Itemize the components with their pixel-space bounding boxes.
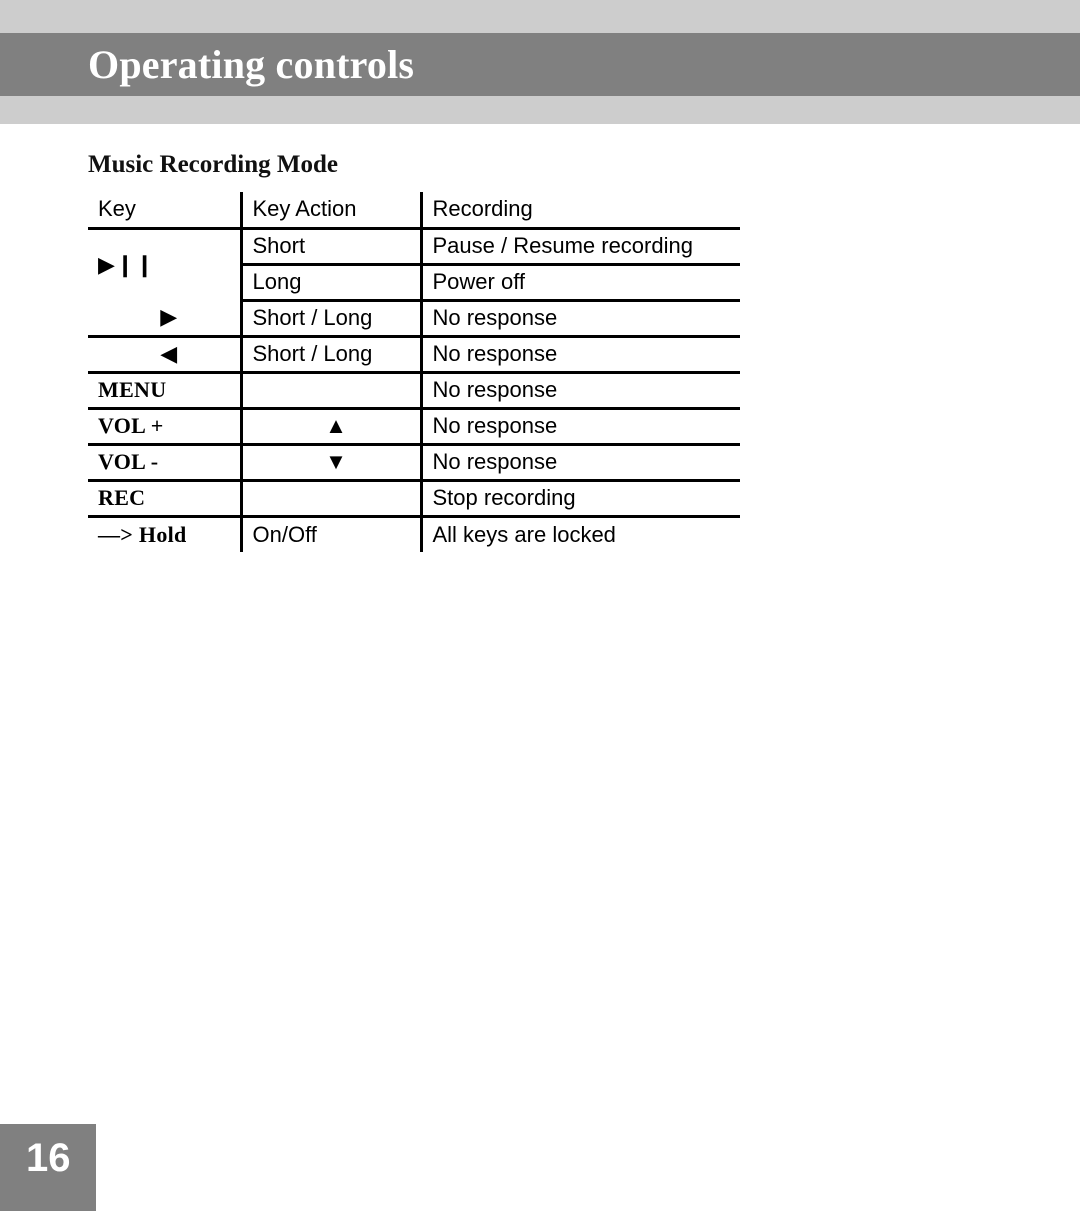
column-header-recording: Recording <box>419 192 740 230</box>
column-header-key-action: Key Action <box>239 192 421 230</box>
table-row: ▶❙❙ Short Pause / Resume recording <box>88 228 740 275</box>
cell-key-action: Long <box>239 264 421 302</box>
cell-key-action: On/Off <box>239 516 421 552</box>
down-triangle-icon: ▼ <box>239 444 421 482</box>
page-title: Operating controls <box>88 42 415 87</box>
table-row: —> Hold On/Off All keys are locked <box>88 516 740 552</box>
table-header-row: Key Key Action Recording <box>88 192 740 230</box>
cell-key-action: Short <box>239 228 421 266</box>
cell-recording: Power off <box>419 264 740 302</box>
prev-track-icon: ◀ <box>88 336 241 374</box>
cell-key-action: Short / Long <box>239 336 421 374</box>
key-label-rec: REC <box>88 480 241 518</box>
hold-switch-icon: —> Hold <box>98 521 187 547</box>
cell-key-action <box>239 480 421 518</box>
next-track-icon: ▶ <box>88 300 241 338</box>
table-row: VOL + ▲ No response <box>88 408 740 446</box>
table-row: ◀ Short / Long No response <box>88 336 740 374</box>
play-pause-icon: ▶❙❙ <box>98 251 155 277</box>
table-row: MENU No response <box>88 372 740 410</box>
cell-key-action: Short / Long <box>239 300 421 338</box>
cell-recording: All keys are locked <box>419 516 740 552</box>
cell-recording: No response <box>419 300 740 338</box>
page-number: 16 <box>26 1136 71 1180</box>
table-row: REC Stop recording <box>88 480 740 518</box>
cell-recording: No response <box>419 336 740 374</box>
cell-recording: No response <box>419 372 740 410</box>
header-band-top <box>0 0 1080 33</box>
up-triangle-icon: ▲ <box>239 408 421 446</box>
table-row: VOL - ▼ No response <box>88 444 740 482</box>
table-row: ▶ Short / Long No response <box>88 300 740 338</box>
key-action-table: Key Key Action Recording ▶❙❙ Short Pause… <box>88 192 740 552</box>
header-band-bottom <box>0 96 1080 124</box>
key-label-menu: MENU <box>88 372 241 410</box>
cell-recording: Stop recording <box>419 480 740 518</box>
key-label-vol-up: VOL + <box>88 408 241 446</box>
cell-key-action <box>239 372 421 410</box>
key-label-vol-down: VOL - <box>88 444 241 482</box>
cell-recording: No response <box>419 444 740 482</box>
cell-recording: Pause / Resume recording <box>419 228 740 266</box>
column-header-key: Key <box>88 192 241 230</box>
section-heading: Music Recording Mode <box>88 151 338 178</box>
cell-recording: No response <box>419 408 740 446</box>
